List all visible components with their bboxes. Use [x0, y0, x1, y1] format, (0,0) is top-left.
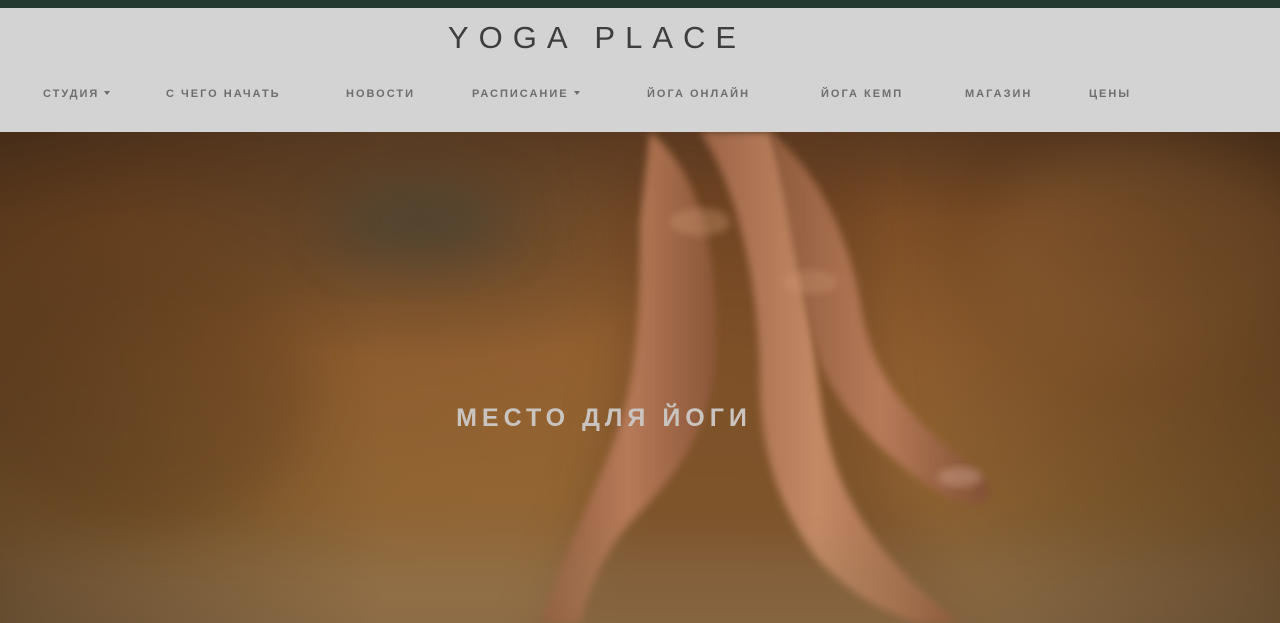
caret-down-icon: [104, 91, 111, 96]
nav-item-label: НОВОСТИ: [346, 88, 416, 100]
page: YOGA PLACE СТУДИЯ С ЧЕГО НАЧАТЬ НОВОСТИ …: [0, 0, 1280, 623]
nav-item-studio[interactable]: СТУДИЯ: [43, 84, 111, 104]
nav-item-news[interactable]: НОВОСТИ: [346, 84, 415, 104]
hero-banner: МЕСТО ДЛЯ ЙОГИ: [0, 132, 1280, 623]
nav-item-label: ЦЕНЫ: [1089, 88, 1132, 100]
nav-item-prices[interactable]: ЦЕНЫ: [1089, 84, 1131, 104]
nav-item-label: С ЧЕГО НАЧАТЬ: [166, 88, 281, 100]
nav-item-label: СТУДИЯ: [43, 88, 100, 100]
nav-item-getting-started[interactable]: С ЧЕГО НАЧАТЬ: [166, 84, 281, 104]
nav-item-schedule[interactable]: РАСПИСАНИЕ: [472, 84, 580, 104]
site-header: YOGA PLACE СТУДИЯ С ЧЕГО НАЧАТЬ НОВОСТИ …: [0, 8, 1280, 132]
nav-item-label: МАГАЗИН: [965, 88, 1033, 100]
nav-item-label: ЙОГА КЕМП: [821, 88, 904, 100]
site-logo[interactable]: YOGA PLACE: [0, 18, 1194, 58]
nav-item-yoga-online[interactable]: ЙОГА ОНЛАЙН: [647, 84, 750, 104]
nav-item-yoga-camp[interactable]: ЙОГА КЕМП: [821, 84, 903, 104]
nav-item-shop[interactable]: МАГАЗИН: [965, 84, 1032, 104]
nav-item-label: ЙОГА ОНЛАЙН: [647, 88, 751, 100]
nav-item-label: РАСПИСАНИЕ: [472, 88, 569, 100]
caret-down-icon: [573, 91, 580, 96]
hero-title: МЕСТО ДЛЯ ЙОГИ: [456, 404, 752, 432]
hero-vignette: [0, 132, 1280, 623]
top-accent-strip: [0, 0, 1280, 8]
